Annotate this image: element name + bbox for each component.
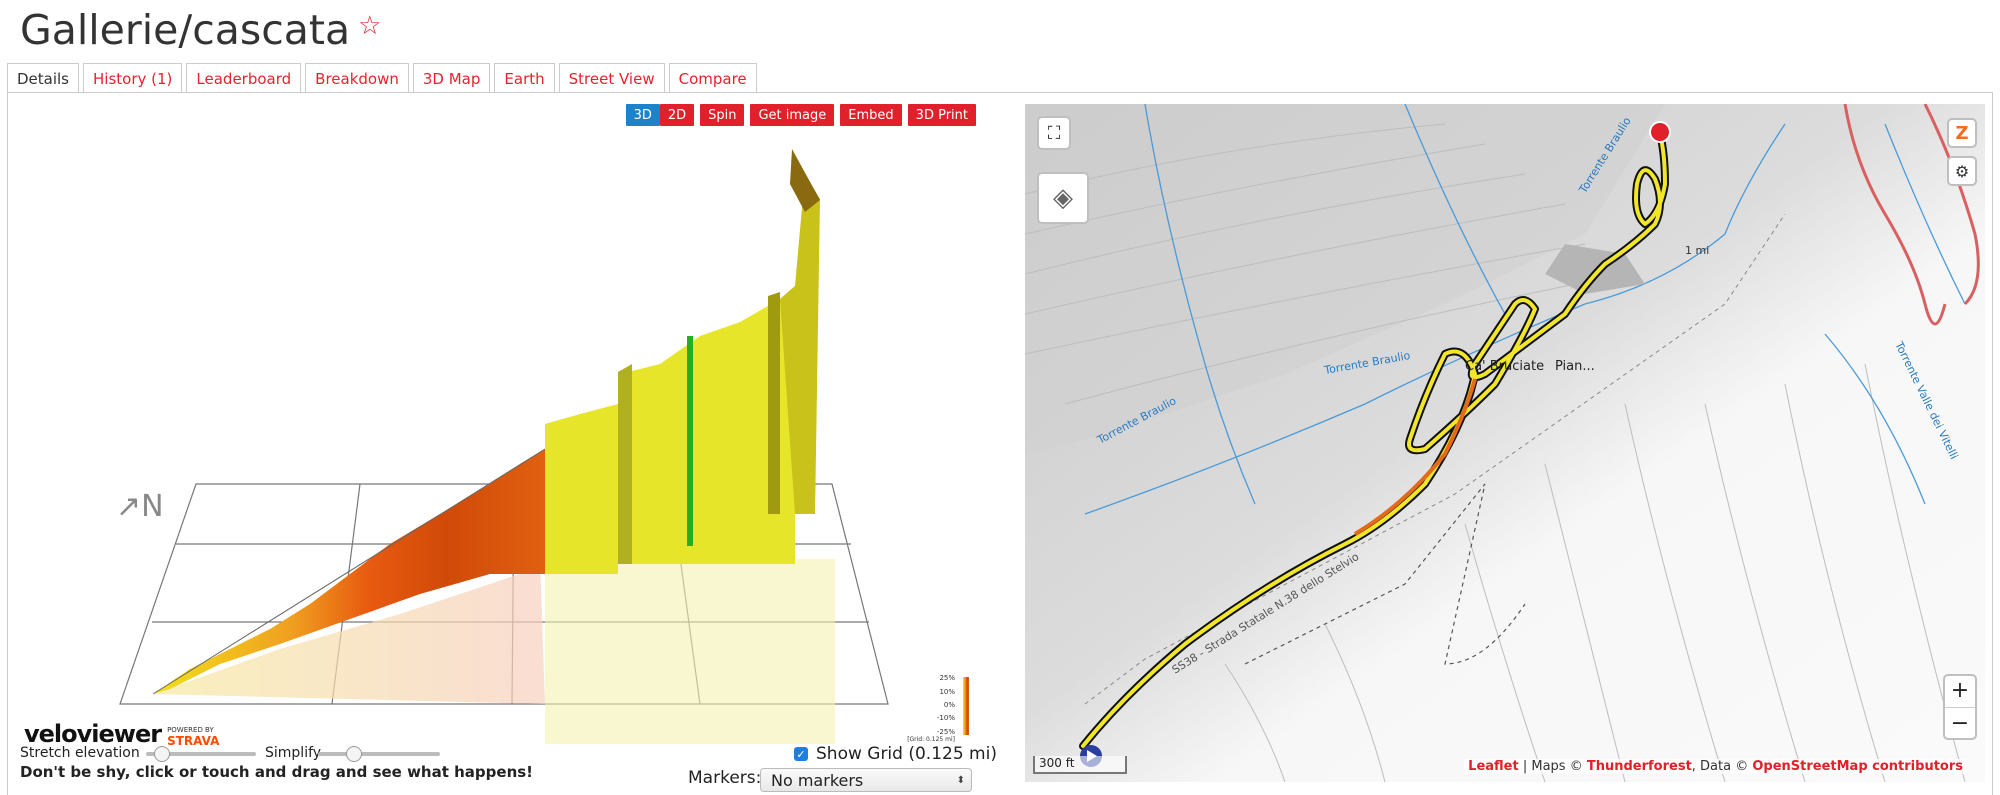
- tab-3d-map[interactable]: 3D Map: [412, 63, 491, 93]
- veloviewer-logo: veloviewer POWERED BY STRAVA: [24, 720, 220, 748]
- layers-button[interactable]: ◈: [1037, 172, 1089, 224]
- settings-button[interactable]: ⚙: [1947, 156, 1977, 186]
- tab-details[interactable]: Details: [7, 63, 80, 93]
- gradient-legend: 25% 10% 0% -10% -25% [Grid: 0.125 mi]: [907, 674, 969, 743]
- mile-marker: 1 mi: [1685, 244, 1709, 257]
- svg-text:25%: 25%: [939, 674, 955, 682]
- show-grid-label: Show Grid (0.125 mi): [816, 744, 997, 764]
- finish-flag-icon[interactable]: [1649, 121, 1671, 143]
- svg-text:-10%: -10%: [937, 714, 955, 722]
- map-attribution: Leaflet | Maps © Thunderforest, Data © O…: [1464, 759, 1967, 774]
- place-label: Ca' Bruciate: [1465, 359, 1544, 374]
- drag-hint: Don't be shy, click or touch and drag an…: [20, 763, 534, 781]
- segment-name: Gallerie/cascata: [20, 6, 351, 54]
- show-grid-checkbox[interactable]: ✓: [794, 747, 808, 761]
- thunderforest-link[interactable]: Thunderforest: [1587, 759, 1692, 774]
- zoom-in-button[interactable]: +: [1951, 675, 1969, 707]
- tab-breakdown[interactable]: Breakdown: [305, 63, 409, 93]
- svg-text:0%: 0%: [944, 701, 955, 709]
- tab-bar: Details History (1) Leaderboard Breakdow…: [7, 63, 757, 93]
- svg-text:10%: 10%: [939, 688, 955, 696]
- elevation-3d-render: ↗N 25% 10% 0% -10% -25% [Grid: 0.125 mi]: [116, 149, 969, 744]
- stretch-elevation-slider[interactable]: [146, 746, 256, 762]
- tab-compare[interactable]: Compare: [668, 63, 757, 93]
- elevation-3d-viewer[interactable]: 3D 2D Spin Get image Embed 3D Print ↗N 2…: [20, 104, 976, 748]
- place-label-2: Pian...: [1555, 359, 1595, 374]
- markers-select[interactable]: No markers ⬍: [760, 768, 972, 792]
- map-tiles: 1 mi Ca' Bruciate Pian... Torrente Braul…: [1025, 104, 1985, 782]
- simplify-slider[interactable]: [318, 746, 440, 762]
- osm-link[interactable]: OpenStreetMap contributors: [1752, 759, 1963, 774]
- zoom-out-button[interactable]: −: [1945, 707, 1975, 739]
- zwift-icon: Z: [1955, 122, 1969, 144]
- stretch-elevation-label: Stretch elevation: [20, 745, 140, 761]
- zwift-button[interactable]: Z: [1947, 118, 1977, 148]
- show-grid-control[interactable]: ✓ Show Grid (0.125 mi): [794, 744, 997, 764]
- north-arrow-icon: ↗N: [116, 489, 164, 524]
- route-map[interactable]: 1 mi Ca' Bruciate Pian... Torrente Braul…: [1025, 104, 1985, 782]
- fullscreen-button[interactable]: ⛶: [1037, 116, 1071, 150]
- tab-earth[interactable]: Earth: [494, 63, 555, 93]
- gear-icon: ⚙: [1954, 161, 1970, 181]
- star-icon[interactable]: ☆: [358, 11, 381, 41]
- svg-text:[Grid: 0.125 mi]: [Grid: 0.125 mi]: [907, 736, 955, 743]
- tab-history[interactable]: History (1): [83, 63, 183, 93]
- zoom-control: + −: [1943, 674, 1977, 740]
- simplify-label: Simplify: [265, 745, 322, 761]
- markers-label: Markers:: [688, 768, 762, 788]
- page-title: Gallerie/cascata ☆: [20, 6, 381, 54]
- tab-street-view[interactable]: Street View: [558, 63, 665, 93]
- scale-bar: 300 ft: [1033, 756, 1127, 774]
- layers-icon: ◈: [1053, 183, 1073, 213]
- svg-text:-25%: -25%: [937, 728, 955, 736]
- fullscreen-icon: ⛶: [1047, 122, 1061, 144]
- leaflet-link[interactable]: Leaflet: [1468, 759, 1519, 774]
- tab-leaderboard[interactable]: Leaderboard: [186, 63, 302, 93]
- select-arrow-icon: ⬍: [956, 774, 965, 786]
